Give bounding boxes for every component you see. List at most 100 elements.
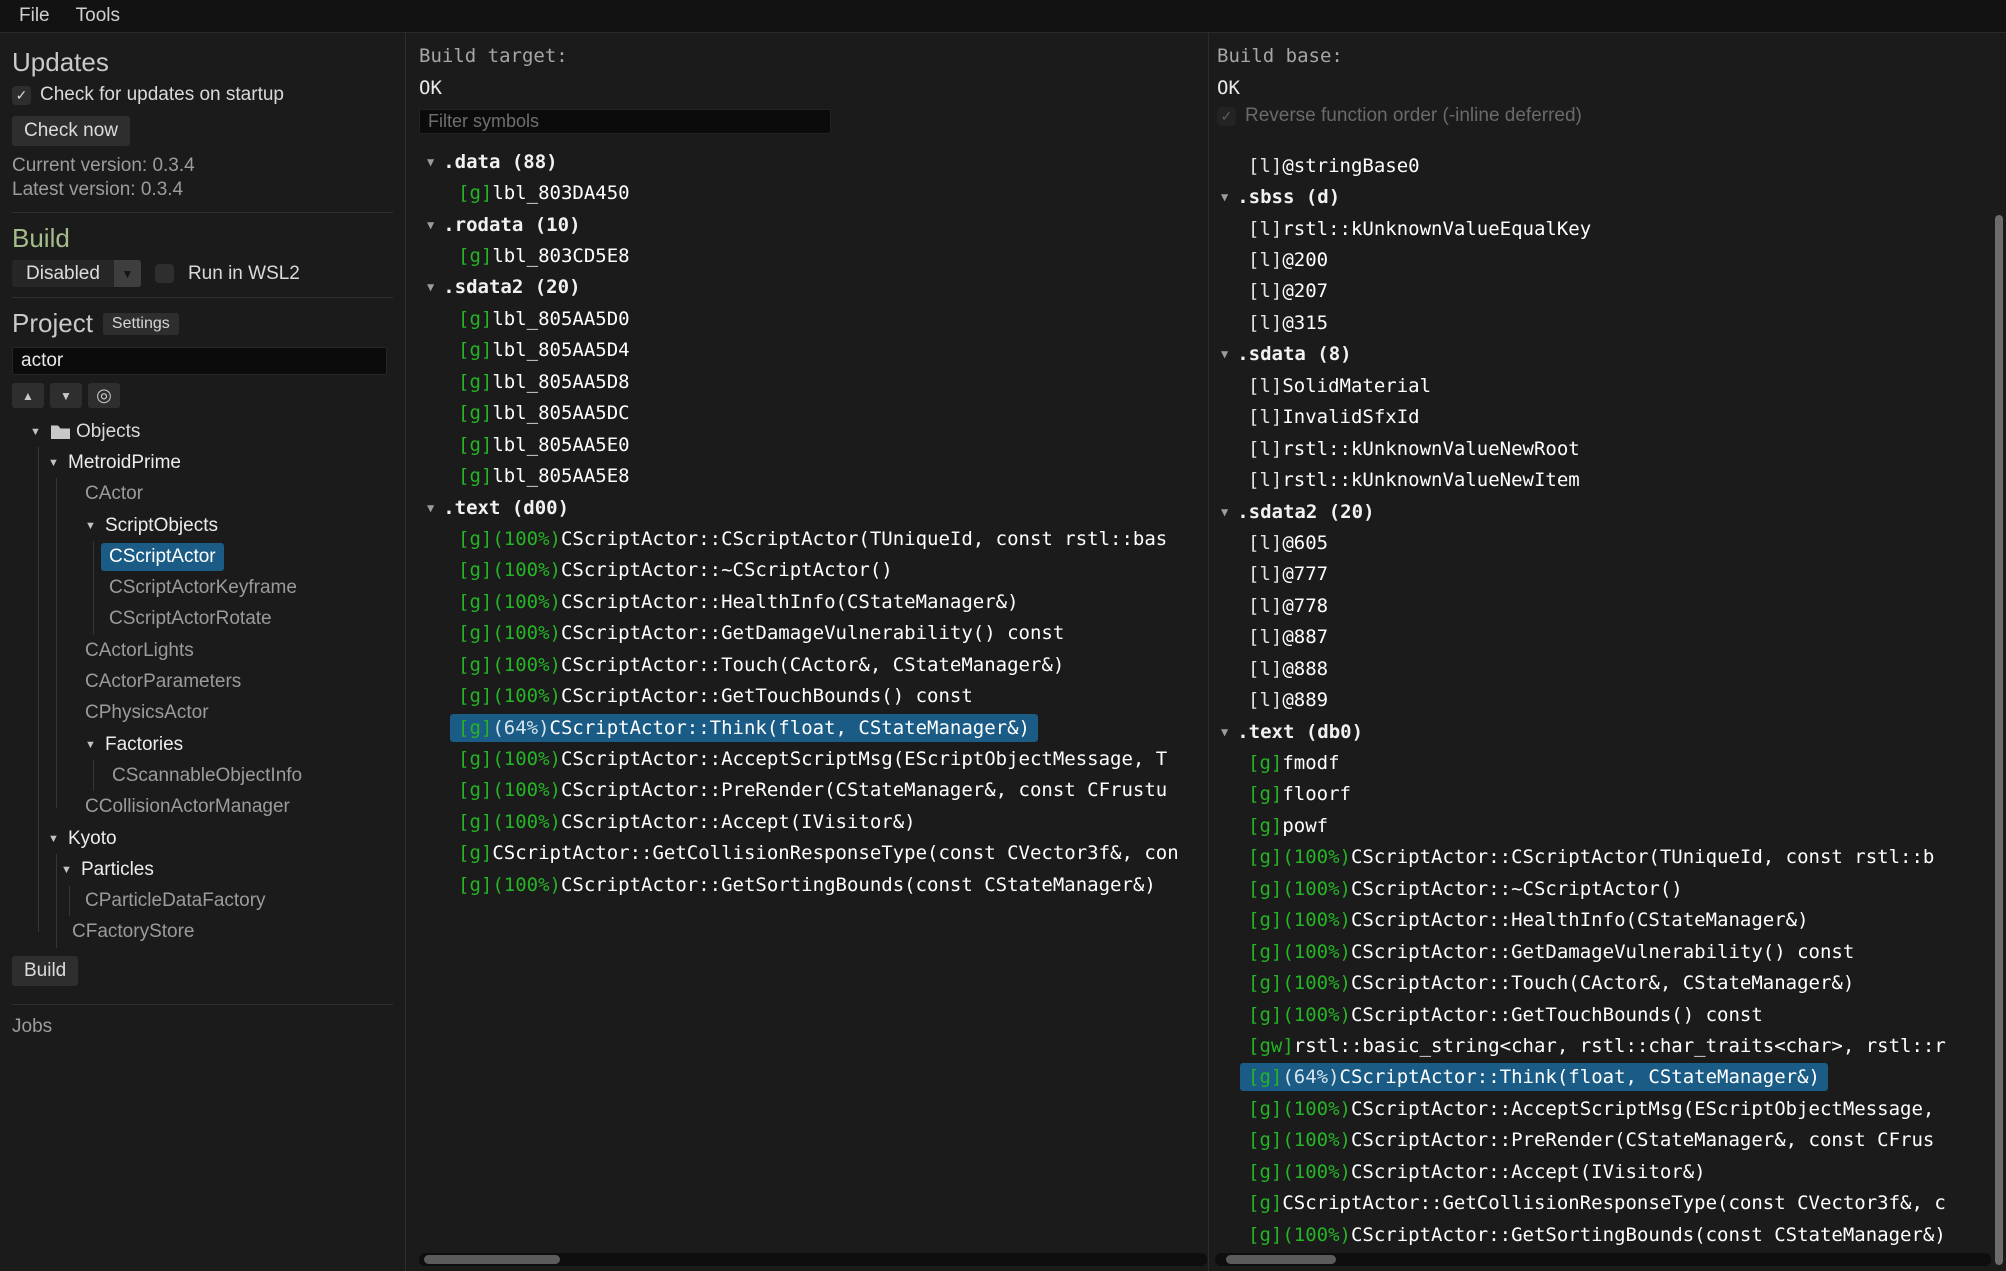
symbol-row[interactable]: [g] (100%) CScriptActor::GetDamageVulner…	[407, 618, 1208, 649]
target-hscrollbar-track[interactable]	[419, 1253, 1207, 1266]
symbol-filter-input[interactable]	[419, 109, 831, 134]
tree-item-particles[interactable]: ▼Particles	[12, 854, 393, 885]
symbol-row[interactable]: [g] lbl_805AA5DC	[407, 398, 1208, 429]
symbol-row[interactable]: [gw] rstl::basic_string<char, rstl::char…	[1209, 1030, 1992, 1061]
symbol-row[interactable]: [g] (100%) CScriptActor::GetDamageVulner…	[1209, 936, 1992, 967]
symbol-row[interactable]: [g] lbl_805AA5D4	[407, 335, 1208, 366]
tree-item-factories[interactable]: ▼Factories	[12, 729, 393, 760]
tree-item-objects[interactable]: ▼Objects	[12, 416, 393, 447]
section-row[interactable]: ▼.sbss (d)	[1209, 181, 1992, 212]
symbol-row[interactable]: [g] (100%) CScriptActor::GetSortingBound…	[407, 869, 1208, 900]
collapse-triangle-icon[interactable]: ▼	[30, 426, 50, 438]
symbol-row[interactable]: [g] (100%) CScriptActor::AcceptScriptMsg…	[1209, 1093, 1992, 1124]
collapse-all-button[interactable]: ▲	[12, 383, 44, 408]
symbol-row[interactable]: [l] @207	[1209, 276, 1992, 307]
base-hscrollbar-track[interactable]	[1215, 1253, 1991, 1266]
menu-file[interactable]: File	[8, 2, 61, 30]
symbol-row[interactable]: [l] @200	[1209, 244, 1992, 275]
symbol-row[interactable]: [g] (100%) CScriptActor::Accept(IVisitor…	[407, 806, 1208, 837]
collapse-triangle-icon[interactable]: ▼	[427, 501, 434, 515]
tree-item-cfactorystore[interactable]: CFactoryStore	[12, 917, 393, 948]
symbol-row[interactable]: [g] (100%) CScriptActor::GetTouchBounds(…	[407, 680, 1208, 711]
collapse-triangle-icon[interactable]: ▼	[48, 833, 68, 845]
symbol-row[interactable]: [g] (100%) CScriptActor::GetTouchBounds(…	[1209, 999, 1992, 1030]
symbol-row[interactable]: [l] @889	[1209, 684, 1992, 715]
project-filter-input[interactable]	[12, 347, 387, 375]
symbol-row[interactable]: [g] lbl_803CD5E8	[407, 240, 1208, 271]
section-row[interactable]: ▼.text (d00)	[407, 492, 1208, 523]
tree-item-ccollisionactormanager[interactable]: CCollisionActorManager	[12, 792, 393, 823]
collapse-triangle-icon[interactable]: ▼	[1221, 347, 1228, 361]
symbol-row[interactable]: [g] (100%) CScriptActor::Accept(IVisitor…	[1209, 1156, 1992, 1187]
symbol-row[interactable]: [g] (100%) CScriptActor::CScriptActor(TU…	[407, 523, 1208, 554]
build-button[interactable]: Build	[12, 956, 78, 986]
collapse-triangle-icon[interactable]: ▼	[61, 864, 81, 876]
tree-item-cscriptactorkeyframe[interactable]: CScriptActorKeyframe	[12, 572, 393, 603]
symbol-row[interactable]: [l] rstl::kUnknownValueEqualKey	[1209, 213, 1992, 244]
collapse-triangle-icon[interactable]: ▼	[1221, 725, 1228, 739]
base-hscrollbar-thumb[interactable]	[1226, 1255, 1336, 1264]
section-row[interactable]: ▼.sdata (8)	[1209, 339, 1992, 370]
symbol-row[interactable]: [l] @777	[1209, 559, 1992, 590]
symbol-row[interactable]: [g] powf	[1209, 810, 1992, 841]
section-row[interactable]: ▼.rodata (10)	[407, 209, 1208, 240]
tree-item-cscriptactorrotate[interactable]: CScriptActorRotate	[12, 604, 393, 635]
symbol-row[interactable]: [g] lbl_805AA5E0	[407, 429, 1208, 460]
tree-item-cactorparameters[interactable]: CActorParameters	[12, 666, 393, 697]
symbol-row[interactable]: [g] (100%) CScriptActor::PreRender(CStat…	[407, 775, 1208, 806]
symbol-row[interactable]: [g] fmodf	[1209, 747, 1992, 778]
symbol-row[interactable]: [l] @887	[1209, 622, 1992, 653]
section-row[interactable]: ▼.sdata2 (20)	[1209, 496, 1992, 527]
tree-item-cphysicsactor[interactable]: CPhysicsActor	[12, 698, 393, 729]
symbol-row[interactable]: [l] @315	[1209, 307, 1992, 338]
symbol-row[interactable]: [g] floorf	[1209, 779, 1992, 810]
symbol-row[interactable]: [g] (100%) CScriptActor::GetSortingBound…	[1209, 1219, 1992, 1250]
tree-item-cactor[interactable]: CActor	[12, 479, 393, 510]
vscrollbar-thumb[interactable]	[1995, 215, 2003, 1265]
symbol-row[interactable]: [l] rstl::kUnknownValueNewItem	[1209, 464, 1992, 495]
symbol-row[interactable]: [g] (100%) CScriptActor::CScriptActor(TU…	[1209, 842, 1992, 873]
expand-all-button[interactable]: ▼	[50, 383, 82, 408]
symbol-row[interactable]: [g] (100%) CScriptActor::HealthInfo(CSta…	[407, 586, 1208, 617]
locate-current-icon[interactable]: ◎	[88, 383, 120, 408]
symbol-row[interactable]: [l] InvalidSfxId	[1209, 402, 1992, 433]
tree-item-scriptobjects[interactable]: ▼ScriptObjects	[12, 510, 393, 541]
symbol-row[interactable]: [g] (100%) CScriptActor::Touch(CActor&, …	[407, 649, 1208, 680]
collapse-triangle-icon[interactable]: ▼	[48, 457, 68, 469]
tree-item-cscannableobjectinfo[interactable]: CScannableObjectInfo	[12, 760, 393, 791]
vscrollbar-track[interactable]	[1993, 33, 2005, 1271]
collapse-triangle-icon[interactable]: ▼	[1221, 505, 1228, 519]
tree-item-metroidprime[interactable]: ▼MetroidPrime	[12, 447, 393, 478]
symbol-row[interactable]: [l] @stringBase0	[1209, 150, 1992, 181]
symbol-row[interactable]: [l] SolidMaterial	[1209, 370, 1992, 401]
symbol-row[interactable]: [l] @778	[1209, 590, 1992, 621]
wsl2-checkbox[interactable]	[155, 264, 174, 283]
section-row[interactable]: ▼.text (db0)	[1209, 716, 1992, 747]
check-now-button[interactable]: Check now	[12, 116, 130, 146]
collapse-triangle-icon[interactable]: ▼	[427, 155, 434, 169]
menu-tools[interactable]: Tools	[65, 2, 131, 30]
symbol-row[interactable]: [g] (64%) CScriptActor::Think(float, CSt…	[1209, 1062, 1992, 1093]
collapse-triangle-icon[interactable]: ▼	[1221, 190, 1228, 204]
symbol-row[interactable]: [g] (100%) CScriptActor::~CScriptActor()	[1209, 873, 1992, 904]
symbol-row[interactable]: [g] CScriptActor::GetCollisionResponseTy…	[1209, 1187, 1992, 1218]
target-hscrollbar-thumb[interactable]	[424, 1255, 560, 1264]
symbol-row[interactable]: [l] rstl::kUnknownValueNewRoot	[1209, 433, 1992, 464]
section-row[interactable]: ▼.sdata2 (20)	[407, 272, 1208, 303]
collapse-triangle-icon[interactable]: ▼	[85, 520, 105, 532]
collapse-triangle-icon[interactable]: ▼	[427, 218, 434, 232]
symbol-row[interactable]: [g] lbl_805AA5D0	[407, 303, 1208, 334]
tree-item-cactorlights[interactable]: CActorLights	[12, 635, 393, 666]
symbol-row[interactable]: [g] (100%) CScriptActor::HealthInfo(CSta…	[1209, 905, 1992, 936]
symbol-row[interactable]: [g] (64%) CScriptActor::Think(float, CSt…	[407, 712, 1208, 743]
symbol-row[interactable]: [g] lbl_805AA5E8	[407, 460, 1208, 491]
updates-checkbox[interactable]: ✓	[12, 86, 31, 105]
symbol-row[interactable]: [g] lbl_805AA5D8	[407, 366, 1208, 397]
collapse-triangle-icon[interactable]: ▼	[85, 739, 105, 751]
symbol-row[interactable]: [l] @888	[1209, 653, 1992, 684]
section-row[interactable]: ▼.data (88)	[407, 146, 1208, 177]
symbol-row[interactable]: [g] (100%) CScriptActor::PreRender(CStat…	[1209, 1125, 1992, 1156]
symbol-row[interactable]: [g] lbl_803DA450	[407, 177, 1208, 208]
tree-item-cscriptactor[interactable]: CScriptActor	[12, 541, 393, 572]
settings-button[interactable]: Settings	[103, 313, 179, 335]
